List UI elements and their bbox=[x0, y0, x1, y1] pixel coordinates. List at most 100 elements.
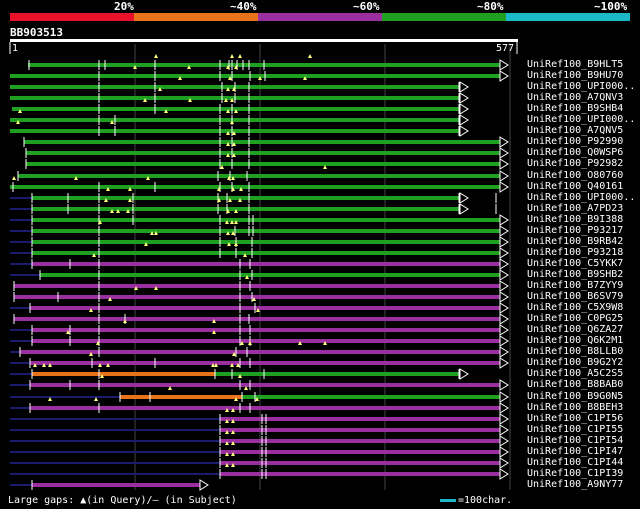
hit-label[interactable]: UniRef100_B9I388 bbox=[527, 214, 623, 225]
hit-segment bbox=[32, 483, 200, 487]
large-gaps-legend: Large gaps: ▲(in Query)/– (in Subject) bbox=[8, 495, 237, 506]
hit-end-arrow bbox=[499, 247, 509, 259]
hit-label[interactable]: UniRef100_C5X9W8 bbox=[527, 302, 623, 313]
hit-label[interactable]: UniRef100_B9RB42 bbox=[527, 236, 623, 247]
hit-segment bbox=[32, 207, 460, 211]
hit-end-arrow bbox=[499, 413, 509, 425]
hit-end-arrow bbox=[499, 225, 509, 237]
hit-label[interactable]: UniRef100_P92990 bbox=[527, 136, 623, 147]
hit-label[interactable]: UniRef100_C1PI54 bbox=[527, 435, 623, 446]
hit-label[interactable]: UniRef100_Q0WSP6 bbox=[527, 147, 623, 158]
hit-end-arrow bbox=[499, 335, 509, 347]
hit-label[interactable]: UniRef100_P93218 bbox=[527, 247, 623, 258]
hit-end-arrow bbox=[499, 402, 509, 414]
hit-label[interactable]: UniRef100_B9SHB2 bbox=[527, 269, 623, 280]
hit-end-arrow bbox=[459, 192, 469, 204]
hit-label[interactable]: UniRef100_B8LLB0 bbox=[527, 346, 623, 357]
hit-label[interactable]: UniRef100_P92982 bbox=[527, 158, 623, 169]
hit-end-arrow bbox=[499, 136, 509, 148]
hit-label[interactable]: UniRef100_C0PG25 bbox=[527, 313, 623, 324]
hit-label[interactable]: UniRef100_C1PI56 bbox=[527, 413, 623, 424]
hit-label[interactable]: UniRef100_UPI000.. bbox=[527, 81, 635, 92]
hit-label[interactable]: UniRef100_UPI000.. bbox=[527, 192, 635, 203]
hit-segment bbox=[32, 262, 500, 266]
hit-label[interactable]: UniRef100_B8BEH3 bbox=[527, 402, 623, 413]
hit-segment bbox=[24, 140, 500, 144]
hit-label[interactable]: UniRef100_O80760 bbox=[527, 170, 623, 181]
hit-label[interactable]: UniRef100_A7PD23 bbox=[527, 203, 623, 214]
hit-segment bbox=[26, 162, 500, 166]
hit-end-arrow bbox=[499, 59, 509, 71]
identity-label-100: ~100% bbox=[594, 0, 628, 13]
hit-segment bbox=[10, 307, 30, 309]
hit-label[interactable]: UniRef100_B8BAB0 bbox=[527, 379, 623, 390]
hit-label[interactable]: UniRef100_B6SV79 bbox=[527, 291, 623, 302]
hit-label[interactable]: UniRef100_UPI000.. bbox=[527, 114, 635, 125]
hit-segment bbox=[30, 383, 500, 387]
query-bar bbox=[10, 39, 518, 42]
hit-end-arrow bbox=[499, 147, 509, 159]
hit-segment bbox=[26, 151, 500, 155]
hit-segment bbox=[32, 196, 460, 200]
hit-segment bbox=[32, 240, 500, 244]
hit-end-arrow bbox=[499, 357, 509, 369]
hit-label[interactable]: UniRef100_B9G2Y2 bbox=[527, 357, 623, 368]
scale-swatch bbox=[440, 499, 456, 502]
hit-end-arrow bbox=[499, 313, 509, 325]
hit-label[interactable]: UniRef100_B9HLT5 bbox=[527, 59, 623, 70]
hit-end-arrow bbox=[499, 214, 509, 226]
identity-label-40: ~40% bbox=[230, 0, 257, 13]
identity-scale-segment bbox=[134, 13, 258, 21]
hit-segment bbox=[10, 407, 30, 409]
hit-label[interactable]: UniRef100_C5YKK7 bbox=[527, 258, 623, 269]
hit-segment bbox=[32, 251, 500, 255]
hit-end-arrow bbox=[499, 158, 509, 170]
hit-label[interactable]: UniRef100_Q6ZA27 bbox=[527, 324, 623, 335]
identity-scale-segment bbox=[506, 13, 630, 21]
hit-segment bbox=[14, 295, 500, 299]
hit-label[interactable]: UniRef100_C1PI55 bbox=[527, 424, 623, 435]
identity-scale-segment bbox=[382, 13, 506, 21]
hit-segment bbox=[10, 263, 32, 265]
identity-label-20: 20% bbox=[114, 0, 134, 13]
hit-segment bbox=[120, 395, 242, 399]
hit-segment bbox=[32, 328, 500, 332]
hit-segment bbox=[10, 74, 500, 78]
hit-end-arrow bbox=[499, 70, 509, 82]
hit-end-arrow bbox=[459, 92, 469, 104]
hit-end-arrow bbox=[459, 103, 469, 115]
hit-segment bbox=[10, 462, 220, 464]
hit-end-arrow bbox=[499, 258, 509, 270]
hit-label[interactable]: UniRef100_B9G0N5 bbox=[527, 391, 623, 402]
hit-label[interactable]: UniRef100_A7QNV3 bbox=[527, 92, 623, 103]
hit-end-arrow bbox=[499, 391, 509, 403]
query-ruler bbox=[9, 39, 518, 54]
hit-label[interactable]: UniRef100_C1PI39 bbox=[527, 468, 623, 479]
hit-end-arrow bbox=[499, 468, 509, 480]
hit-end-arrow bbox=[499, 280, 509, 292]
hit-segment bbox=[10, 484, 32, 486]
hit-label[interactable]: UniRef100_B7ZYY9 bbox=[527, 280, 623, 291]
hit-label[interactable]: UniRef100_A9NY77 bbox=[527, 479, 623, 490]
hit-end-arrow bbox=[459, 125, 469, 137]
identity-scale-bar bbox=[10, 13, 630, 21]
hit-label[interactable]: UniRef100_B9SHB4 bbox=[527, 103, 623, 114]
hit-end-arrow bbox=[499, 269, 509, 281]
query-gap-triangle bbox=[12, 176, 16, 180]
hit-end-arrow bbox=[499, 457, 509, 469]
hit-label[interactable]: UniRef100_Q40161 bbox=[527, 181, 623, 192]
hit-rows bbox=[10, 54, 509, 491]
identity-label-60: ~60% bbox=[353, 0, 380, 13]
hit-segment bbox=[30, 306, 500, 310]
hit-label[interactable]: UniRef100_Q6K2M1 bbox=[527, 335, 623, 346]
query-gap-triangle bbox=[238, 54, 242, 58]
hit-label[interactable]: UniRef100_C1PI44 bbox=[527, 457, 623, 468]
hit-label[interactable]: UniRef100_A7QNV5 bbox=[527, 125, 623, 136]
identity-scale-segment bbox=[258, 13, 382, 21]
hit-label[interactable]: UniRef100_A5C2S5 bbox=[527, 368, 623, 379]
hit-label[interactable]: UniRef100_C1PI47 bbox=[527, 446, 623, 457]
hit-segment bbox=[10, 329, 32, 331]
footer-legend bbox=[440, 499, 456, 502]
hit-label[interactable]: UniRef100_B9HU70 bbox=[527, 70, 623, 81]
hit-label[interactable]: UniRef100_P93217 bbox=[527, 225, 623, 236]
